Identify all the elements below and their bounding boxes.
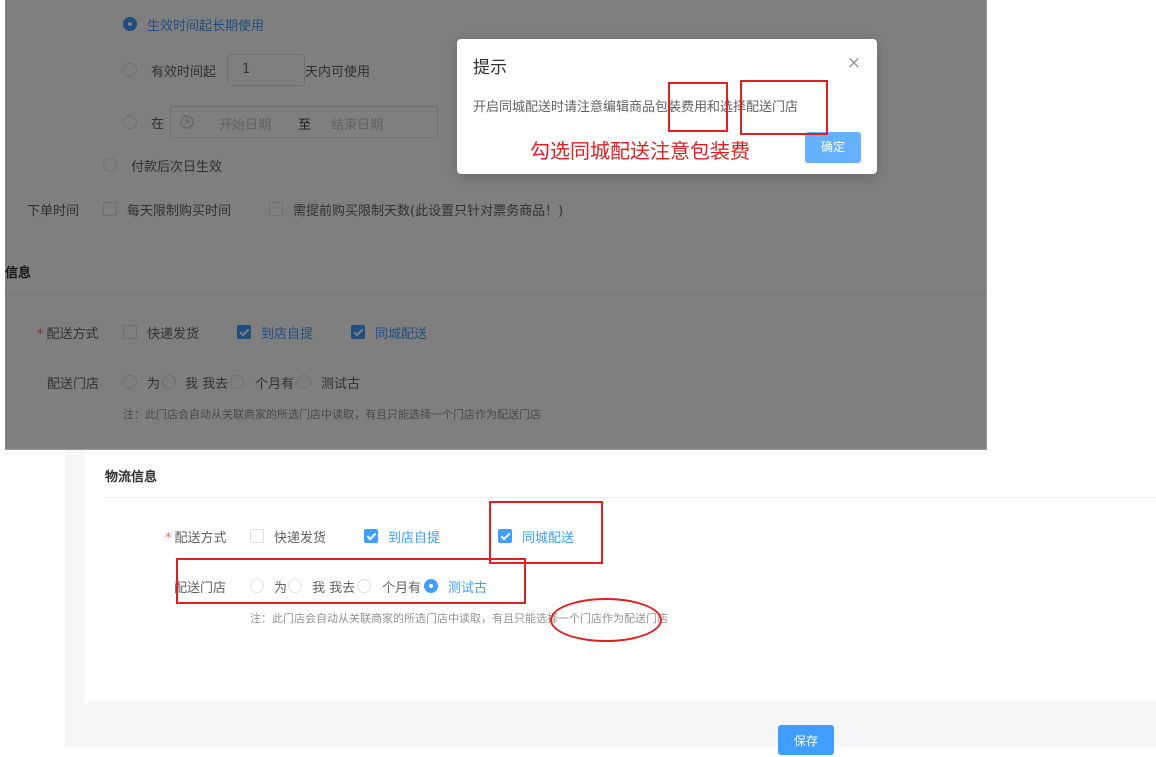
delivery-method-label: *配送方式 <box>165 531 227 546</box>
ok-button[interactable]: 确定 <box>805 132 861 163</box>
pickup-label: 到店自提 <box>388 531 441 546</box>
express-label: 快递发货 <box>274 531 327 546</box>
express-checkbox[interactable] <box>250 529 264 543</box>
logistics-title: 物流信息 <box>105 470 158 485</box>
annotation-ellipse-note <box>550 598 662 642</box>
logistics-divider <box>105 497 1156 498</box>
save-button[interactable]: 保存 <box>778 725 834 755</box>
annotation-box-store-select <box>176 558 526 604</box>
annotation-box-packing-fee <box>668 82 728 132</box>
annotation-box-city-delivery <box>489 501 603 564</box>
annotation-box-select-store <box>740 80 828 135</box>
close-icon[interactable]: × <box>847 53 861 73</box>
pickup-checkbox[interactable] <box>364 529 378 543</box>
annotation-note: 勾选同城配送注意包装费 <box>530 139 750 163</box>
dialog-title: 提示 <box>473 58 507 78</box>
